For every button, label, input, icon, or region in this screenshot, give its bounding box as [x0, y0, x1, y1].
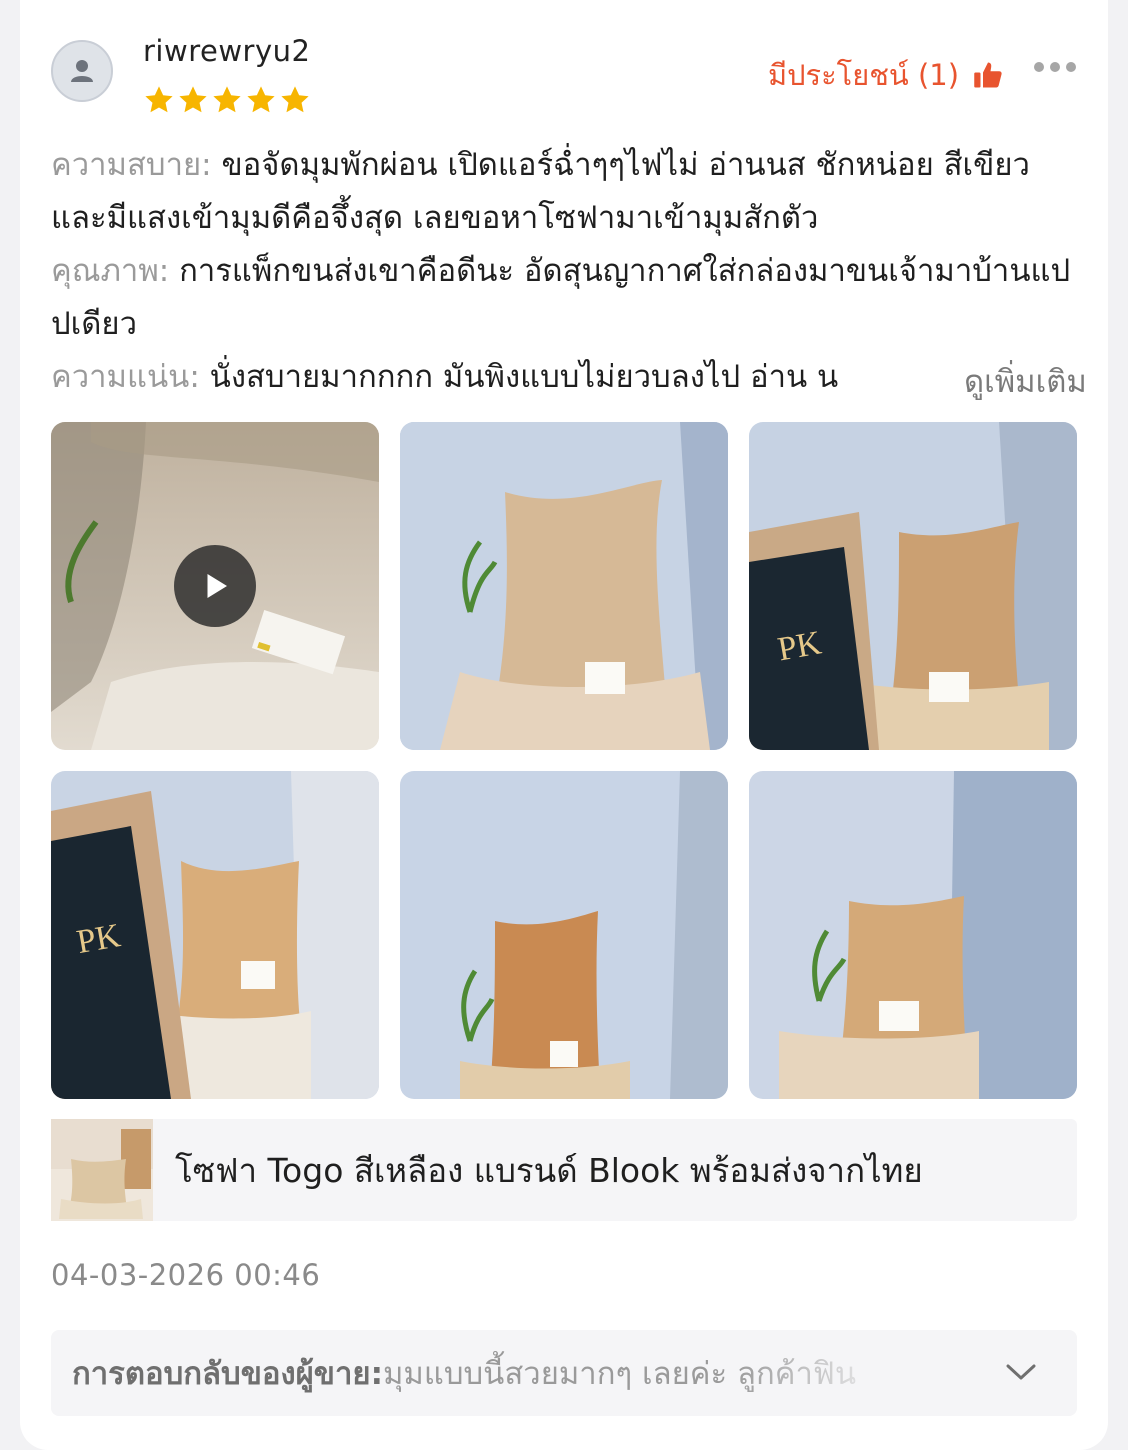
seller-reply-label: การตอบกลับของผู้ขาย: [72, 1356, 383, 1392]
user-icon [71, 60, 93, 82]
star-icon [281, 86, 309, 113]
play-button[interactable] [174, 545, 256, 627]
svg-text:PK: PK [74, 917, 124, 961]
svg-text:PK: PK [775, 624, 825, 668]
section-text: นั่งสบายมากกกก มันพิงแบบไม่ยวบลงไป อ่าน … [199, 359, 839, 395]
review-section-comfort: ความสบาย: ขอจัดมุมพักผ่อน เปิดแอร์ฉ่ำๆๆไ… [51, 139, 1081, 245]
review-photo[interactable]: PK [749, 422, 1077, 750]
product-thumbnail [51, 1119, 153, 1221]
star-icon [247, 86, 275, 113]
section-label: คุณภาพ: [51, 253, 170, 289]
chevron-down-icon[interactable] [1003, 1358, 1039, 1386]
star-icon [145, 86, 173, 113]
review-date: 04-03-2026 00:46 [51, 1258, 321, 1292]
more-icon[interactable] [1034, 62, 1076, 72]
star-icon [179, 86, 207, 113]
product-name: โซฟา Togo สีเหลือง แบรนด์ Blook พร้อมส่ง… [175, 1150, 923, 1190]
review-photo[interactable] [400, 771, 728, 1099]
avatar[interactable] [51, 40, 113, 102]
section-label: ความสบาย: [51, 147, 212, 183]
review-text: ความสบาย: ขอจัดมุมพักผ่อน เปิดแอร์ฉ่ำๆๆไ… [51, 139, 1081, 404]
video-thumbnail[interactable] [51, 422, 379, 750]
see-more-link[interactable]: ดูเพิ่มเติม [938, 356, 1087, 406]
review-section-firmness: ความแน่น: นั่งสบายมากกกก มันพิงแบบไม่ยวบ… [51, 351, 916, 404]
product-link[interactable]: โซฟา Togo สีเหลือง แบรนด์ Blook พร้อมส่ง… [51, 1119, 1077, 1221]
star-rating [143, 84, 311, 116]
helpful-button[interactable]: มีประโยชน์ (1) [768, 52, 1003, 98]
helpful-label: มีประโยชน์ (1) [768, 58, 960, 92]
review-card: riwrewryu2 มีประโยชน์ (1) ความสบาย: ขอจั… [20, 0, 1108, 1450]
section-text: การแพ็กขนส่งเขาคือดีนะ อัดสุนญากาศใส่กล่… [51, 253, 1071, 342]
review-section-quality: คุณภาพ: การแพ็กขนส่งเขาคือดีนะ อัดสุนญาก… [51, 245, 1081, 351]
thumbs-up-icon [974, 62, 1002, 88]
review-photo[interactable] [400, 422, 728, 750]
section-label: ความแน่น: [51, 359, 200, 395]
review-photo[interactable]: PK [51, 771, 379, 1099]
username[interactable]: riwrewryu2 [143, 34, 310, 68]
star-icon [213, 86, 241, 113]
play-icon [207, 574, 227, 598]
seller-reply-text: มุมแบบนี้สวยมากๆ เลยค่ะ ลูกค้าฟิน [382, 1356, 857, 1392]
review-photo[interactable] [749, 771, 1077, 1099]
media-grid: PK PK [51, 422, 1077, 1099]
seller-reply[interactable]: การตอบกลับของผู้ขาย: มุมแบบนี้สวยมากๆ เล… [51, 1330, 1077, 1416]
